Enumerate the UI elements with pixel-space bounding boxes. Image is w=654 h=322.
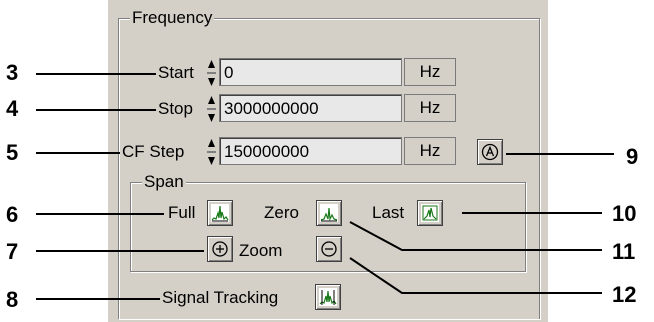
leader-9 — [506, 153, 614, 155]
cf-step-spinner[interactable] — [207, 137, 216, 167]
start-field[interactable]: 0 — [219, 58, 402, 86]
leader-7 — [36, 250, 204, 252]
callout-8: 8 — [6, 287, 19, 312]
span-legend: Span — [142, 172, 186, 192]
auto-cf-step-button[interactable] — [477, 139, 503, 165]
auto-a-icon — [481, 143, 499, 161]
callout-4: 4 — [6, 96, 19, 121]
full-span-button[interactable] — [207, 200, 233, 226]
cf-step-label: CF Step — [122, 142, 185, 161]
signal-tracking-icon — [319, 288, 337, 306]
callout-9: 9 — [626, 144, 639, 169]
leader-5 — [36, 152, 120, 154]
leader-3 — [36, 73, 156, 75]
spectrum-last-icon — [421, 204, 439, 222]
leader-10 — [462, 212, 602, 214]
start-unit: Hz — [404, 58, 456, 86]
start-label: Start — [158, 63, 194, 82]
callout-12: 12 — [612, 282, 637, 307]
signal-tracking-button[interactable] — [315, 284, 341, 310]
full-label: Full — [168, 203, 196, 222]
zoom-in-button[interactable] — [207, 236, 233, 262]
callout-7: 7 — [6, 239, 19, 264]
leader-4 — [36, 109, 156, 111]
last-span-button[interactable] — [417, 200, 443, 226]
spectrum-zero-icon — [320, 204, 338, 222]
leader-6 — [36, 213, 164, 215]
frequency-legend: Frequency — [130, 8, 215, 28]
stop-field[interactable]: 3000000000 — [219, 94, 402, 122]
last-label: Last — [372, 203, 405, 222]
zoom-out-button[interactable] — [316, 236, 342, 262]
callout-3: 3 — [6, 60, 19, 85]
cf-step-field[interactable]: 150000000 — [219, 137, 402, 165]
zero-label: Zero — [264, 203, 299, 222]
zoom-in-icon — [212, 241, 228, 257]
leader-8 — [36, 298, 160, 300]
zoom-label: Zoom — [239, 241, 283, 260]
callout-10: 10 — [612, 201, 637, 226]
stop-label: Stop — [158, 99, 193, 118]
stop-unit: Hz — [404, 94, 456, 122]
cf-step-unit: Hz — [404, 137, 456, 165]
signal-tracking-label: Signal Tracking — [162, 288, 279, 307]
zoom-out-icon — [321, 241, 337, 257]
start-spinner[interactable] — [207, 58, 216, 88]
stop-spinner[interactable] — [207, 94, 216, 124]
spectrum-full-icon — [211, 204, 229, 222]
zero-span-button[interactable] — [316, 200, 342, 226]
callout-11: 11 — [612, 239, 636, 264]
settings-panel: Frequency Start 0 Hz Stop 3000000000 Hz … — [108, 0, 548, 322]
callout-6: 6 — [6, 202, 19, 227]
callout-5: 5 — [6, 140, 19, 165]
